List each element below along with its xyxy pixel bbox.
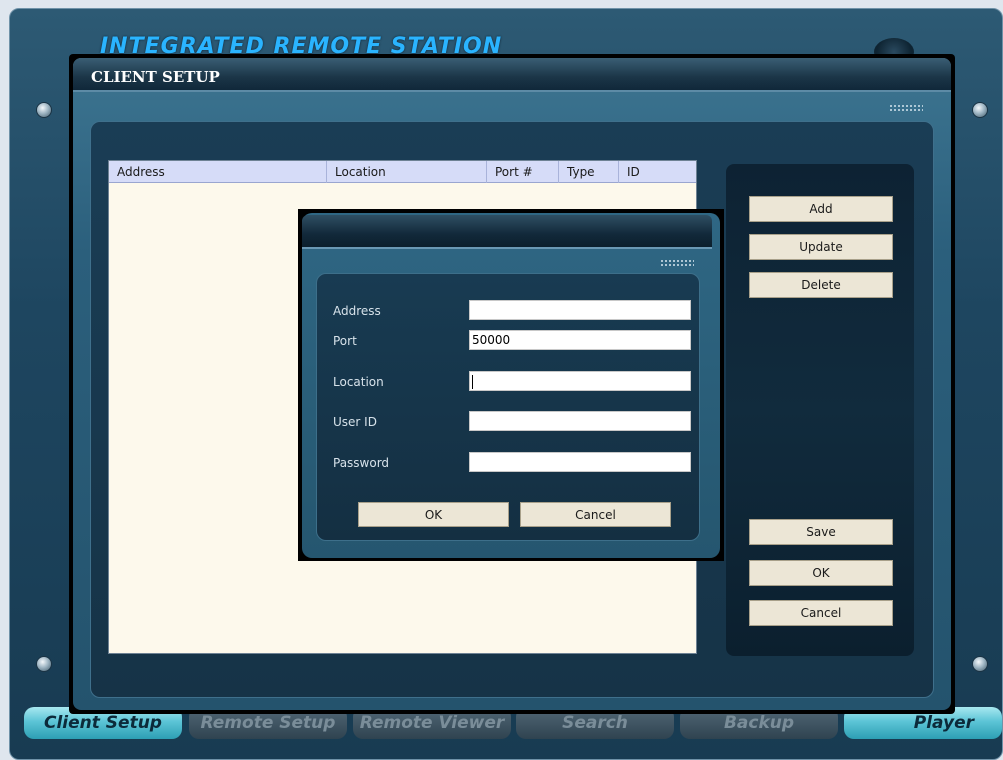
port-label: Port — [333, 334, 357, 348]
cancel-button[interactable]: Cancel — [749, 600, 893, 626]
location-input[interactable] — [469, 371, 691, 391]
location-label: Location — [333, 375, 384, 389]
client-entry-modal: Address Port 50000 Location User ID Pass… — [298, 209, 724, 561]
password-input[interactable] — [469, 452, 691, 472]
modal-titlebar[interactable] — [302, 215, 712, 249]
user-id-input[interactable] — [469, 411, 691, 431]
dialog-title: CLIENT SETUP — [91, 68, 220, 86]
dialog-titlebar[interactable]: CLIENT SETUP — [73, 58, 951, 92]
column-port[interactable]: Port # — [487, 161, 559, 183]
address-label: Address — [333, 304, 381, 318]
update-button[interactable]: Update — [749, 234, 893, 260]
text-caret — [472, 374, 473, 389]
right-bottom-screw-icon — [972, 656, 988, 672]
column-address[interactable]: Address — [109, 161, 327, 183]
modal-cancel-button[interactable]: Cancel — [520, 502, 671, 527]
port-input[interactable]: 50000 — [469, 330, 691, 350]
modal-resize-grip-icon — [660, 259, 694, 267]
left-screw-icon — [36, 102, 52, 118]
left-bottom-screw-icon — [36, 656, 52, 672]
password-label: Password — [333, 456, 390, 470]
modal-ok-button[interactable]: OK — [358, 502, 509, 527]
address-input[interactable] — [469, 300, 691, 320]
add-button[interactable]: Add — [749, 196, 893, 222]
column-id[interactable]: ID — [619, 161, 697, 183]
list-header: Address Location Port # Type ID — [109, 161, 696, 183]
column-location[interactable]: Location — [327, 161, 487, 183]
ok-button[interactable]: OK — [749, 560, 893, 586]
save-button[interactable]: Save — [749, 519, 893, 545]
column-type[interactable]: Type — [559, 161, 619, 183]
user-id-label: User ID — [333, 415, 377, 429]
right-screw-icon — [972, 102, 988, 118]
delete-button[interactable]: Delete — [749, 272, 893, 298]
resize-grip-icon — [889, 104, 923, 112]
